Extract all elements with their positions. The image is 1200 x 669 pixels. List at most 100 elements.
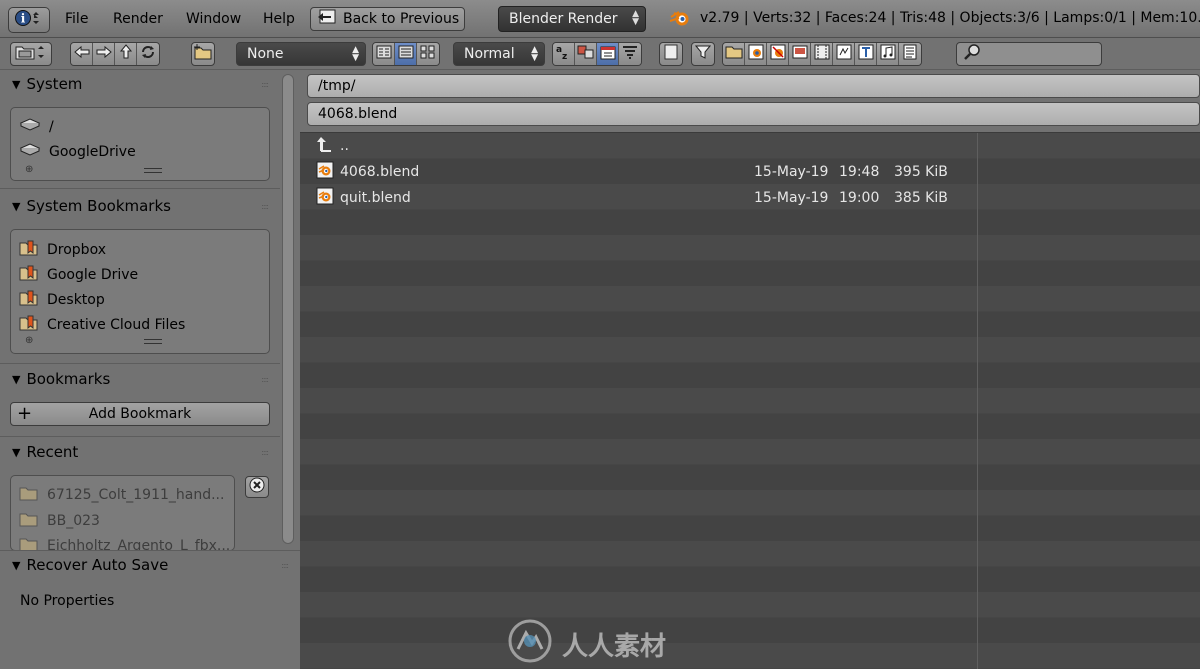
- system-list: / GoogleDrive ⊕: [10, 107, 270, 181]
- new-folder-icon: [194, 44, 212, 64]
- collapse-triangle-icon: ▼: [12, 199, 21, 213]
- system-bookmarks-list: Dropbox Google Drive Desktop Creative Cl…: [10, 229, 270, 354]
- filter-sounds-button[interactable]: [877, 43, 899, 65]
- drag-grip-icon[interactable]: ::::: [261, 375, 269, 384]
- show-hidden-button[interactable]: [659, 42, 683, 66]
- sort-time-button[interactable]: [597, 43, 619, 65]
- filter-images-button[interactable]: [789, 43, 811, 65]
- folder-icon: [19, 536, 39, 550]
- file-list-area: /tmp/ 4068.blend .. 4068.blend 15-May-19…: [300, 70, 1200, 669]
- resize-handle[interactable]: [144, 339, 162, 344]
- bookmarks-title: Bookmarks: [26, 370, 111, 388]
- sort-extension-button[interactable]: [575, 43, 597, 65]
- recent-panel-header[interactable]: ▼ Recent ::::: [0, 438, 280, 466]
- clear-recent-button[interactable]: [245, 476, 269, 498]
- sidebar-scrollbar[interactable]: [282, 74, 294, 544]
- image-icon: [792, 44, 808, 64]
- bookmark-label: Creative Cloud Files: [47, 317, 186, 333]
- add-bookmark-label: Add Bookmark: [88, 406, 192, 422]
- bookmarks-panel-header[interactable]: ▼ Bookmarks ::::: [0, 365, 280, 393]
- display-type-buttons: [372, 42, 440, 66]
- menu-help[interactable]: Help: [263, 11, 295, 27]
- menu-window[interactable]: Window: [186, 11, 241, 27]
- display-size-value: Normal: [464, 46, 515, 62]
- file-browser-window: i File Render Window Help Back to Previo…: [0, 0, 1200, 669]
- back-to-previous-button[interactable]: Back to Previous: [310, 7, 465, 31]
- sort-alpha-icon: az: [555, 44, 573, 64]
- list-item[interactable]: GoogleDrive: [19, 143, 136, 161]
- render-engine-select[interactable]: Blender Render ▲ ▼: [498, 6, 646, 32]
- recursion-value: None: [247, 46, 284, 62]
- script-icon: [836, 44, 852, 64]
- refresh-button[interactable]: [137, 43, 159, 65]
- sort-size-button[interactable]: [619, 43, 641, 65]
- arrow-up-icon: [118, 44, 134, 64]
- collapse-triangle-icon: ▼: [12, 372, 21, 386]
- resize-handle[interactable]: [144, 168, 162, 173]
- add-circle-icon[interactable]: ⊕: [25, 164, 33, 175]
- filename-field[interactable]: 4068.blend: [307, 102, 1200, 126]
- watermark: 人人素材: [508, 619, 666, 669]
- file-name: quit.blend: [340, 190, 411, 206]
- thumbnails-icon: [420, 45, 436, 63]
- display-short-list-button[interactable]: [373, 43, 395, 65]
- filter-text-button[interactable]: [899, 43, 921, 65]
- add-bookmark-button[interactable]: + Add Bookmark: [10, 402, 270, 426]
- menu-render[interactable]: Render: [113, 11, 163, 27]
- forward-button[interactable]: [93, 43, 115, 65]
- new-directory-button[interactable]: [191, 42, 215, 66]
- parent-directory-button[interactable]: [115, 43, 137, 65]
- recover-panel-header[interactable]: ▼ Recover Auto Save ::::: [0, 551, 300, 579]
- directory-path-value: /tmp/: [318, 78, 356, 94]
- refresh-icon: [140, 44, 156, 64]
- file-list: .. 4068.blend 15-May-19 19:48 395 KiB qu…: [300, 132, 1200, 669]
- sort-alpha-button[interactable]: az: [553, 43, 575, 65]
- add-circle-icon[interactable]: ⊕: [25, 335, 33, 346]
- filter-blender-button[interactable]: [745, 43, 767, 65]
- filter-movies-button[interactable]: [811, 43, 833, 65]
- filter-scripts-button[interactable]: [833, 43, 855, 65]
- drag-grip-icon[interactable]: ::::: [261, 202, 269, 211]
- display-size-select[interactable]: Normal ▲ ▼: [453, 42, 545, 66]
- filter-fonts-button[interactable]: [855, 43, 877, 65]
- file-row[interactable]: 4068.blend 15-May-19 19:48 395 KiB: [316, 161, 956, 183]
- drag-grip-icon[interactable]: ::::: [261, 448, 269, 457]
- list-item[interactable]: Creative Cloud Files: [19, 315, 185, 335]
- list-item[interactable]: Desktop: [19, 290, 105, 310]
- list-item[interactable]: Google Drive: [19, 265, 138, 285]
- list-item[interactable]: Dropbox: [19, 240, 106, 260]
- filter-toggle-button[interactable]: [691, 42, 715, 66]
- editor-type-file-browser-button[interactable]: [10, 42, 52, 66]
- system-panel-header[interactable]: ▼ System ::::: [0, 70, 280, 98]
- parent-directory-row[interactable]: ..: [316, 135, 956, 157]
- system-bookmarks-panel-header[interactable]: ▼ System Bookmarks ::::: [0, 192, 280, 220]
- list-item[interactable]: Eichholtz_Argento_L_fbx...: [19, 536, 230, 550]
- ghost-file-icon: [664, 44, 678, 64]
- drag-grip-icon[interactable]: ::::: [281, 561, 289, 570]
- directory-path-field[interactable]: /tmp/: [307, 74, 1200, 98]
- list-item[interactable]: 67125_Colt_1911_hand...: [19, 485, 224, 505]
- file-date: 15-May-19: [754, 164, 829, 180]
- drag-grip-icon[interactable]: ::::: [261, 80, 269, 89]
- recent-item-label: 67125_Colt_1911_hand...: [47, 487, 225, 503]
- render-engine-label: Blender Render: [509, 11, 618, 27]
- filter-backup-button[interactable]: [767, 43, 789, 65]
- filter-search-field[interactable]: [956, 42, 1102, 66]
- filter-folders-button[interactable]: [723, 43, 745, 65]
- display-long-list-button[interactable]: [395, 43, 417, 65]
- info-header: i File Render Window Help Back to Previo…: [0, 0, 1200, 38]
- list-item[interactable]: /: [19, 118, 54, 136]
- editor-type-button[interactable]: i: [8, 7, 50, 33]
- display-thumbnails-button[interactable]: [417, 43, 439, 65]
- blender-logo-icon: [668, 9, 692, 27]
- file-row[interactable]: quit.blend 15-May-19 19:00 385 KiB: [316, 187, 956, 209]
- arrow-left-icon: [73, 45, 90, 63]
- list-item[interactable]: BB_023: [19, 511, 100, 531]
- arrow-right-icon: [96, 45, 112, 63]
- calendar-icon: [600, 44, 616, 64]
- recursion-select[interactable]: None ▲ ▼: [236, 42, 366, 66]
- file-name: 4068.blend: [340, 164, 420, 180]
- file-time: 19:00: [839, 190, 880, 206]
- menu-file[interactable]: File: [65, 11, 88, 27]
- back-button[interactable]: [71, 43, 93, 65]
